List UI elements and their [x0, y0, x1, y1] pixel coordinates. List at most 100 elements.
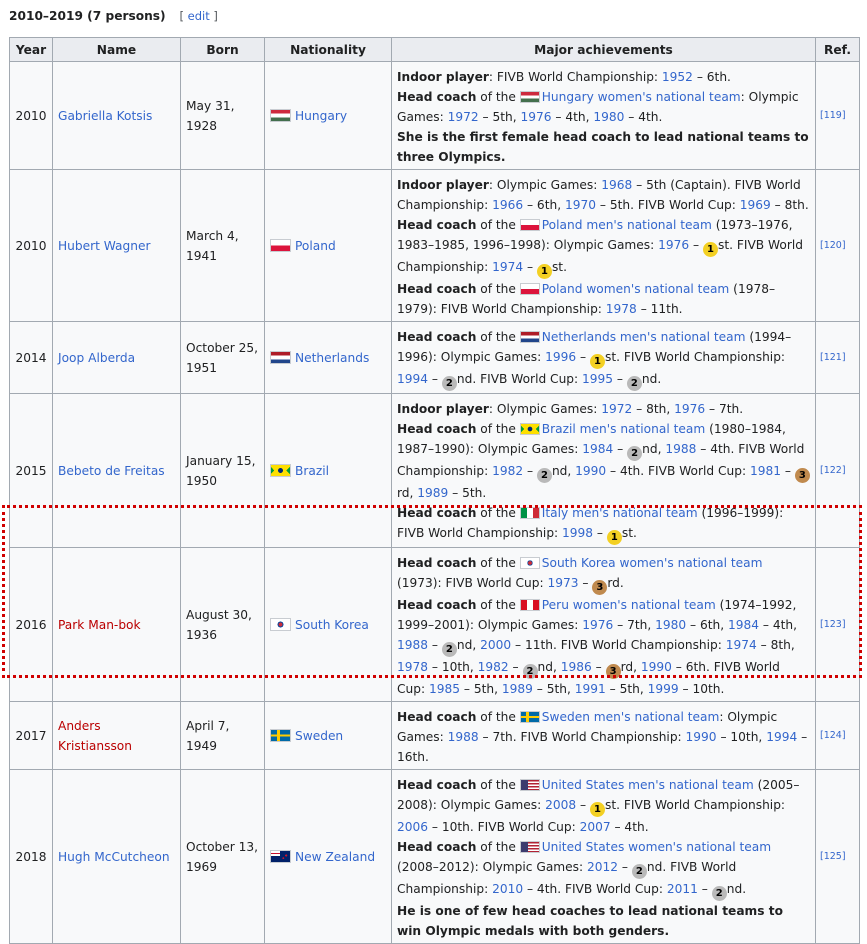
person-name-link[interactable]: Park Man-bok [58, 618, 141, 632]
edit-link-wrapper: [ edit ] [179, 9, 217, 23]
achievement-text: – 4th, [551, 110, 594, 124]
team-link[interactable]: United States men's national team [542, 778, 754, 792]
person-name-link[interactable]: Anders Kristiansson [58, 719, 132, 753]
reference-link[interactable]: [123] [820, 619, 846, 630]
event-year-link[interactable]: 1988 [448, 730, 479, 744]
nationality-link[interactable]: Netherlands [295, 351, 369, 365]
year-cell: 2017 [9, 701, 53, 770]
col-header-nationality[interactable]: Nationality [264, 37, 392, 62]
reference-link[interactable]: [120] [820, 240, 846, 251]
event-year-link[interactable]: 1984 [728, 618, 759, 632]
event-year-link[interactable]: 1969 [740, 198, 771, 212]
achievement-text: of the [476, 218, 520, 232]
event-year-link[interactable]: 1970 [565, 198, 596, 212]
event-year-link[interactable]: 1972 [601, 402, 632, 416]
team-link[interactable]: Poland men's national team [542, 218, 712, 232]
event-year-link[interactable]: 1978 [397, 660, 428, 674]
event-year-link[interactable]: 1982 [492, 464, 523, 478]
event-year-link[interactable]: 1980 [655, 618, 686, 632]
event-year-link[interactable]: 1985 [429, 682, 460, 696]
event-year-link[interactable]: 1976 [582, 618, 613, 632]
col-header-name[interactable]: Name [52, 37, 181, 62]
event-year-link[interactable]: 1988 [397, 638, 428, 652]
event-year-link[interactable]: 1976 [674, 402, 705, 416]
nationality-cell: Brazil [264, 393, 392, 548]
event-year-link[interactable]: 1968 [601, 178, 632, 192]
team-link[interactable]: Poland women's national team [542, 282, 730, 296]
event-year-link[interactable]: 2008 [545, 798, 576, 812]
name-cell: Hugh McCutcheon [52, 769, 181, 944]
team-link[interactable]: United States women's national team [542, 840, 771, 854]
person-name-link[interactable]: Gabriella Kotsis [58, 109, 152, 123]
edit-link[interactable]: edit [188, 9, 210, 23]
event-year-link[interactable]: 1974 [492, 260, 523, 274]
event-year-link[interactable]: 1994 [397, 372, 428, 386]
achievement-text: – 6th. [692, 70, 731, 84]
event-year-link[interactable]: 1990 [686, 730, 717, 744]
person-name-link[interactable]: Hugh McCutcheon [58, 850, 170, 864]
event-year-link[interactable]: 1974 [726, 638, 757, 652]
team-link[interactable]: Brazil men's national team [542, 422, 705, 436]
reference-link[interactable]: [124] [820, 730, 846, 741]
event-year-link[interactable]: 1952 [662, 70, 693, 84]
event-year-link[interactable]: 1966 [492, 198, 523, 212]
event-year-link[interactable]: 2007 [580, 820, 611, 834]
event-year-link[interactable]: 2011 [667, 882, 698, 896]
team-link[interactable]: Hungary women's national team [542, 90, 741, 104]
nationality-link[interactable]: New Zealand [295, 850, 375, 864]
event-year-link[interactable]: 1986 [561, 660, 592, 674]
achievement-text: – [428, 372, 442, 386]
event-year-link[interactable]: 2012 [587, 860, 618, 874]
event-year-link[interactable]: 1988 [665, 442, 696, 456]
nationality-link[interactable]: Sweden [295, 729, 343, 743]
person-name-link[interactable]: Joop Alberda [58, 351, 135, 365]
event-year-link[interactable]: 1990 [641, 660, 672, 674]
event-year-link[interactable]: 1989 [417, 486, 448, 500]
edit-bracket-close: ] [213, 9, 218, 23]
col-header-achievements[interactable]: Major achievements [391, 37, 816, 62]
event-year-link[interactable]: 1984 [582, 442, 613, 456]
event-year-link[interactable]: 1995 [582, 372, 613, 386]
reference-link[interactable]: [119] [820, 110, 846, 121]
team-link[interactable]: Netherlands men's national team [542, 330, 746, 344]
col-header-ref[interactable]: Ref. [815, 37, 860, 62]
event-year-link[interactable]: 1973 [547, 576, 578, 590]
reference-link[interactable]: [125] [820, 851, 846, 862]
team-link[interactable]: South Korea women's national team [542, 556, 763, 570]
nationality-link[interactable]: Poland [295, 239, 336, 253]
event-year-link[interactable]: 2006 [397, 820, 428, 834]
event-year-link[interactable]: 1980 [593, 110, 624, 124]
team-link[interactable]: Sweden men's national team [542, 710, 720, 724]
event-year-link[interactable]: 1978 [606, 302, 637, 316]
event-year-link[interactable]: 1982 [478, 660, 509, 674]
achievement-text: – 4th. [610, 820, 649, 834]
event-year-link[interactable]: 1999 [648, 682, 679, 696]
col-header-born[interactable]: Born [180, 37, 265, 62]
event-year-link[interactable]: 1991 [575, 682, 606, 696]
nationality-link[interactable]: Brazil [295, 464, 329, 478]
event-year-link[interactable]: 1972 [448, 110, 479, 124]
nationality-link[interactable]: Hungary [295, 109, 347, 123]
event-year-link[interactable]: 1994 [766, 730, 797, 744]
event-year-link[interactable]: 2000 [480, 638, 511, 652]
table-row: 2016 Park Man-bok August 30, 1936 South Kore… [9, 547, 860, 702]
event-year-link[interactable]: 1976 [521, 110, 552, 124]
event-year-link[interactable]: 1976 [658, 238, 689, 252]
col-header-year[interactable]: Year [9, 37, 53, 62]
team-link[interactable]: Italy men's national team [542, 506, 698, 520]
person-name-link[interactable]: Hubert Wagner [58, 239, 151, 253]
achievement-text: – [613, 372, 627, 386]
event-year-link[interactable]: 1998 [562, 526, 593, 540]
reference-link[interactable]: [121] [820, 352, 846, 363]
event-year-link[interactable]: 1981 [750, 464, 781, 478]
event-year-link[interactable]: 1990 [575, 464, 606, 478]
team-link[interactable]: Peru women's national team [542, 598, 716, 612]
nationality-link[interactable]: South Korea [295, 618, 369, 632]
event-year-link[interactable]: 1989 [502, 682, 533, 696]
person-name-link[interactable]: Bebeto de Freitas [58, 464, 165, 478]
reference-link[interactable]: [122] [820, 465, 846, 476]
event-year-link[interactable]: 1996 [545, 350, 576, 364]
event-year-link[interactable]: 2010 [492, 882, 523, 896]
role-label: Indoor player [397, 402, 489, 416]
achievements-cell: Head coach of the Sweden men's national … [391, 701, 816, 770]
